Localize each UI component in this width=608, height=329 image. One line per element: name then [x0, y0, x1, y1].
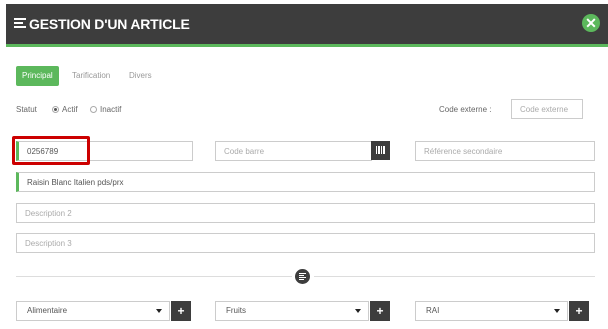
reference-secondaire-input[interactable]	[415, 141, 595, 161]
dialog-header: GESTION D'UN ARTICLE ✕	[6, 4, 608, 44]
code-highlight-box	[12, 136, 90, 165]
select-rayon[interactable]: RAI	[415, 301, 568, 321]
statut-group: Statut Actif Inactif	[16, 105, 121, 114]
select-sous-famille[interactable]: Fruits	[215, 301, 369, 321]
header-accent-line	[6, 44, 608, 47]
code-externe-input[interactable]	[511, 99, 583, 119]
radio-inactif-dot[interactable]	[90, 106, 97, 113]
tab-divers[interactable]: Divers	[129, 66, 152, 86]
add-sous-famille-plus-icon[interactable]: +	[370, 301, 390, 321]
select-rayon-value: RAI	[426, 306, 440, 315]
divider-right	[314, 276, 595, 277]
caret-down-icon	[156, 309, 162, 313]
radio-inactif[interactable]: Inactif	[90, 105, 121, 114]
code-externe-label: Code externe :	[439, 105, 492, 114]
align-left-circle-icon[interactable]	[295, 269, 310, 284]
add-famille-plus-icon[interactable]: +	[171, 301, 191, 321]
description1-input[interactable]	[16, 172, 595, 192]
list-icon	[14, 18, 26, 29]
divider-left	[16, 276, 292, 277]
tab-tarification[interactable]: Tarification	[72, 66, 110, 86]
radio-actif[interactable]: Actif	[52, 105, 78, 114]
caret-down-icon	[554, 309, 560, 313]
barcode-icon[interactable]	[371, 141, 390, 160]
close-circle-icon[interactable]: ✕	[582, 14, 600, 32]
code-barre-input[interactable]	[215, 141, 372, 161]
radio-inactif-label: Inactif	[100, 105, 122, 114]
select-sous-famille-value: Fruits	[226, 306, 246, 315]
radio-actif-dot[interactable]	[52, 106, 59, 113]
tab-principal[interactable]: Principal	[16, 66, 59, 86]
caret-down-icon	[355, 309, 361, 313]
dialog-title: GESTION D'UN ARTICLE	[29, 16, 190, 32]
select-famille[interactable]: Alimentaire	[16, 301, 170, 321]
radio-actif-label: Actif	[62, 105, 78, 114]
description3-input[interactable]	[16, 233, 595, 253]
statut-label: Statut	[16, 105, 37, 114]
add-rayon-plus-icon[interactable]: +	[569, 301, 589, 321]
description2-input[interactable]	[16, 203, 595, 223]
select-famille-value: Alimentaire	[27, 306, 68, 315]
